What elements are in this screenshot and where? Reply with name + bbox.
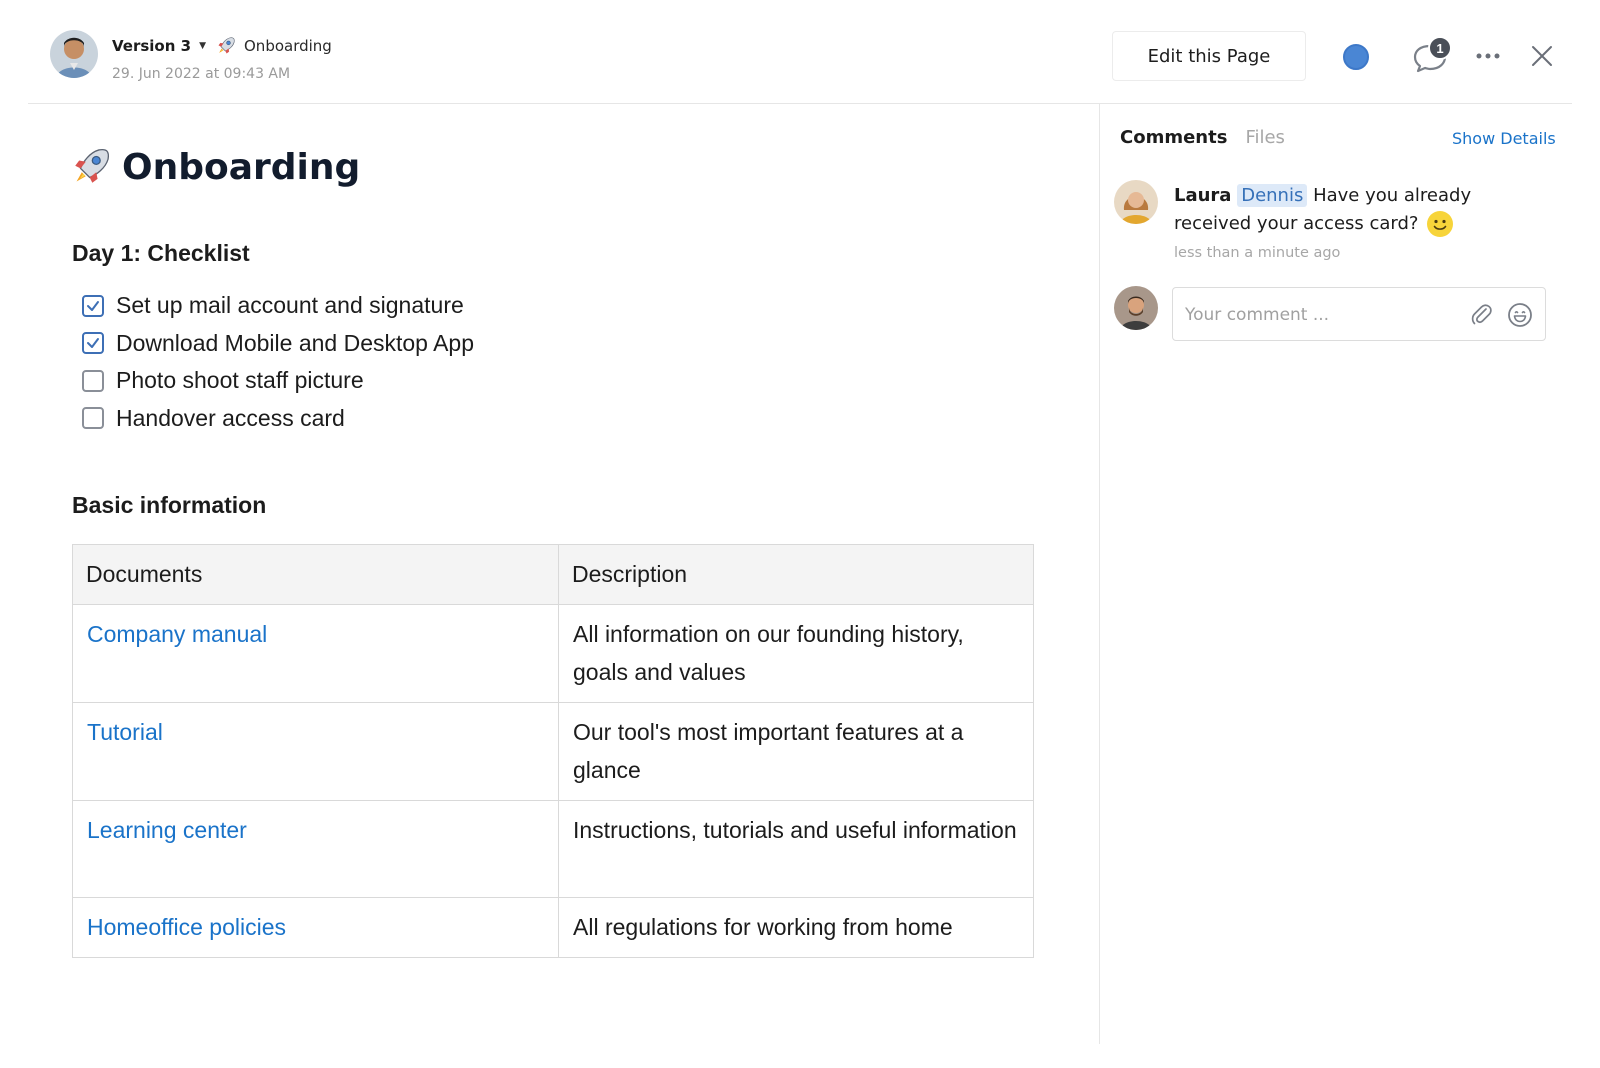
table-cell-doc: Learning center <box>72 800 559 898</box>
table-cell-desc: All information on our founding history,… <box>558 604 1034 703</box>
show-details-link[interactable]: Show Details <box>1452 129 1556 148</box>
checklist-item-label: Handover access card <box>116 404 345 431</box>
table-header-row: Documents Description <box>72 544 1034 605</box>
comment-input[interactable] <box>1185 298 1465 332</box>
checklist-item-label: Photo shoot staff picture <box>116 367 364 394</box>
table-row: Tutorial Our tool's most important featu… <box>72 702 1034 801</box>
comment-body: Laura Dennis Have you already received y… <box>1174 182 1554 238</box>
caret-down-icon[interactable]: ▼ <box>199 41 206 51</box>
sidebar-tabs: Comments Files <box>1120 127 1285 148</box>
comment-author[interactable]: Laura <box>1174 185 1231 206</box>
page-header: Version 3 ▼ Onboarding 29. Jun 2022 at 0… <box>0 0 1600 104</box>
table-row: Company manual All information on our fo… <box>72 604 1034 703</box>
sidebar-divider <box>1099 104 1100 1044</box>
table-cell-desc: Instructions, tutorials and useful infor… <box>558 800 1034 898</box>
checkbox-unchecked[interactable] <box>82 369 104 392</box>
table-row: Homeoffice policies All regulations for … <box>72 897 1034 958</box>
paperclip-icon[interactable] <box>1469 302 1495 328</box>
comment-count-badge: 1 <box>1428 36 1452 60</box>
checklist-item: Set up mail account and signature <box>82 287 474 325</box>
table-cell-doc: Homeoffice policies <box>72 897 559 958</box>
checklist-item-label: Set up mail account and signature <box>116 292 464 319</box>
table-cell-desc: All regulations for working from home <box>558 897 1034 958</box>
table-header-description: Description <box>558 544 1034 605</box>
document-link[interactable]: Homeoffice policies <box>87 914 286 940</box>
table-cell-doc: Company manual <box>72 604 559 703</box>
table-row: Learning center Instructions, tutorials … <box>72 800 1034 898</box>
checkbox-unchecked[interactable] <box>82 407 104 430</box>
info-heading: Basic information <box>72 492 267 518</box>
page-title: Onboarding <box>70 146 360 188</box>
mention-tag[interactable]: Dennis <box>1237 184 1308 207</box>
commenter-avatar[interactable] <box>1114 180 1158 224</box>
checkbox-checked[interactable] <box>82 332 104 355</box>
more-icon[interactable] <box>1474 44 1502 68</box>
checklist-item-label: Download Mobile and Desktop App <box>116 329 475 356</box>
close-icon[interactable] <box>1530 44 1554 68</box>
version-selector[interactable]: Version 3 ▼ Onboarding <box>112 36 332 56</box>
breadcrumb-page-name[interactable]: Onboarding <box>244 37 332 55</box>
tab-files[interactable]: Files <box>1245 127 1285 148</box>
checklist-item: Download Mobile and Desktop App <box>82 325 474 363</box>
emoji-icon[interactable] <box>1507 302 1533 328</box>
table-header-documents: Documents <box>72 544 559 605</box>
checklist-item: Handover access card <box>82 400 474 438</box>
smile-emoji-icon <box>1427 211 1454 237</box>
document-link[interactable]: Learning center <box>87 817 247 843</box>
tab-comments[interactable]: Comments <box>1120 127 1227 148</box>
header-divider <box>28 103 1572 104</box>
table-cell-doc: Tutorial <box>72 702 559 801</box>
table-cell-desc: Our tool's most important features at a … <box>558 702 1034 801</box>
checkbox-checked[interactable] <box>82 294 104 317</box>
document-link[interactable]: Company manual <box>87 621 267 647</box>
page-title-text: Onboarding <box>122 146 361 188</box>
version-date: 29. Jun 2022 at 09:43 AM <box>112 66 291 82</box>
documents-table: Documents Description Company manual All… <box>72 544 1034 958</box>
status-indicator[interactable] <box>1343 44 1369 70</box>
checklist-item: Photo shoot staff picture <box>82 362 474 400</box>
checklist-heading: Day 1: Checklist <box>72 240 250 266</box>
author-avatar[interactable] <box>50 30 98 78</box>
current-user-avatar[interactable] <box>1114 286 1158 330</box>
rocket-icon <box>70 146 112 188</box>
comment-input-box <box>1172 287 1546 341</box>
edit-page-button[interactable]: Edit this Page <box>1112 31 1306 81</box>
version-label[interactable]: Version 3 <box>112 37 191 55</box>
checklist: Set up mail account and signature Downlo… <box>82 287 474 437</box>
rocket-icon <box>216 36 236 56</box>
comment-time: less than a minute ago <box>1174 245 1341 261</box>
document-link[interactable]: Tutorial <box>87 719 163 745</box>
